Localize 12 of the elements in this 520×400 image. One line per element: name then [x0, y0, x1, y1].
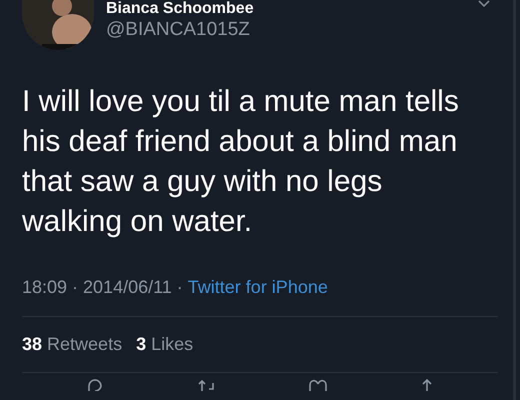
author-name: Bianca Schoombee: [106, 0, 254, 18]
tweet-text: I will love you til a mute man tells his deaf friend about a blind man that saw a guy with no legs walking on water.: [21, 84, 460, 240]
chevron-down-icon[interactable]: [478, 0, 490, 7]
stat-label[interactable]: Likes: [151, 334, 194, 354]
tweet-timestamp: 18:09 · 2014/06/11 ·: [22, 276, 183, 299]
source-link[interactable]: Twitter for iPhone: [188, 275, 328, 299]
reply-icon[interactable]: [86, 379, 104, 391]
stat-count[interactable]: 3: [136, 334, 146, 354]
author-handle: @BIANCA1015Z: [106, 18, 251, 42]
stat-count[interactable]: 38: [22, 334, 42, 354]
share-icon[interactable]: [420, 379, 434, 391]
stat-label[interactable]: Retweets: [47, 334, 122, 354]
